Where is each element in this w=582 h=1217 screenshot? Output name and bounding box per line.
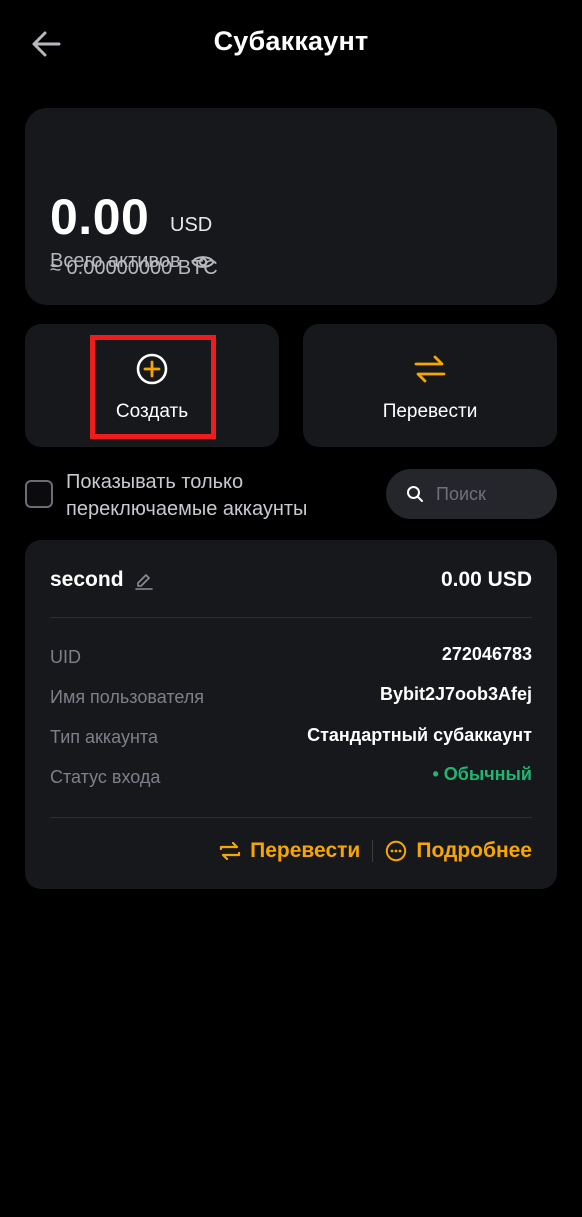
account-transfer-button[interactable]: Перевести	[219, 839, 360, 863]
transfer-cycle-icon	[220, 841, 241, 861]
page-title: Субаккаунт	[213, 26, 369, 56]
account-details-label: Подробнее	[416, 839, 532, 862]
switchable-only-checkbox[interactable]	[25, 480, 53, 508]
login-status-label: Статус входа	[50, 767, 161, 787]
transfer-arrows-icon	[414, 355, 446, 383]
total-assets-btc: ≈ 0.00000000 BTC	[50, 257, 218, 279]
account-name-row: second	[50, 568, 154, 592]
divider	[50, 817, 532, 818]
login-status-value: • Обычный	[432, 764, 532, 784]
action-separator	[372, 840, 374, 862]
account-type-value: Стандартный субаккаунт	[307, 725, 532, 745]
edit-icon[interactable]	[134, 570, 154, 590]
transfer-label: Перевести	[382, 401, 478, 422]
username-label: Имя пользователя	[50, 687, 205, 707]
account-transfer-label: Перевести	[250, 839, 361, 862]
total-assets-value: 0.00	[50, 189, 150, 245]
switchable-only-label[interactable]: Показывать только переключаемые аккаунты	[66, 469, 366, 523]
divider	[50, 617, 532, 618]
plus-circle-icon	[136, 353, 168, 385]
uid-label: UID	[50, 647, 81, 667]
account-details-button[interactable]: Подробнее	[385, 839, 532, 863]
account-balance: 0.00 USD	[440, 568, 532, 591]
total-assets-currency: USD	[170, 214, 213, 236]
top-bar: Субаккаунт	[0, 0, 582, 88]
transfer-button[interactable]: Перевести	[303, 324, 557, 447]
subaccount-card: second 0.00 USD UID 272046783 Имя пользо…	[25, 540, 557, 889]
search-input[interactable]: Поиск	[386, 469, 557, 519]
account-actions: Перевести Подробнее	[219, 836, 532, 866]
create-label: Создать	[115, 401, 189, 422]
search-placeholder: Поиск	[436, 483, 486, 504]
more-dots-icon	[386, 840, 407, 862]
account-name: second	[50, 568, 124, 591]
search-icon	[407, 486, 423, 502]
create-subaccount-button[interactable]: Создать	[25, 324, 279, 447]
account-type-label: Тип аккаунта	[50, 727, 158, 747]
uid-value: 272046783	[441, 644, 532, 664]
filter-row: Показывать только переключаемые аккаунты…	[25, 468, 557, 522]
username-value: Bybit2J7oob3Afej	[379, 684, 532, 704]
